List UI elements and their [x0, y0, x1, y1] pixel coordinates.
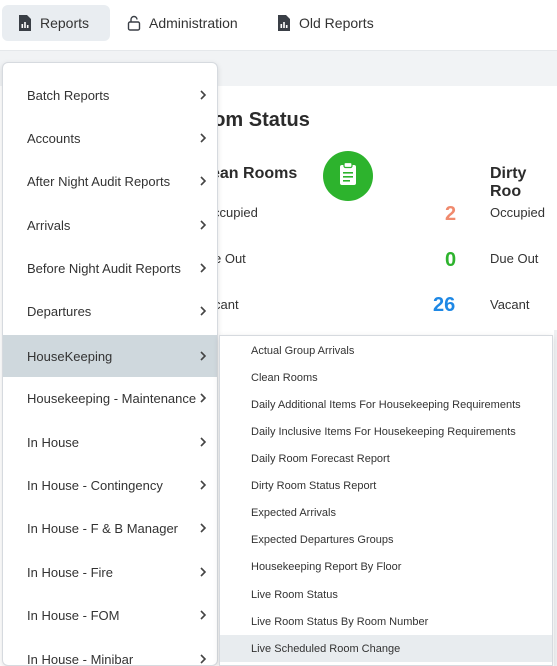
- submenu-item-live-room-status[interactable]: Live Room Status: [220, 581, 552, 608]
- submenu-item-label: Dirty Room Status Report: [251, 479, 377, 492]
- menu-item-in-house-fire[interactable]: In House - Fire: [3, 552, 217, 592]
- menu-item-label: After Night Audit Reports: [27, 173, 171, 189]
- submenu-item-label: Expected Arrivals: [251, 506, 336, 519]
- submenu-item-daily-additional-items[interactable]: Daily Additional Items For Housekeeping …: [220, 391, 552, 418]
- submenu-item-label: Actual Group Arrivals: [251, 344, 355, 357]
- chevron-right-icon: [200, 523, 207, 533]
- menu-item-label: In House - Contingency: [27, 477, 163, 493]
- menu-item-in-house-minibar[interactable]: In House - Minibar: [3, 639, 217, 666]
- menu-item-label: Accounts: [27, 130, 81, 146]
- menu-item-housekeeping-maintenance[interactable]: Housekeeping - Maintenance: [3, 378, 217, 418]
- menu-item-label: In House: [27, 434, 80, 450]
- tab-administration[interactable]: Administration: [127, 5, 257, 41]
- report-file-icon: [277, 15, 291, 31]
- submenu-item-dirty-room-status-report[interactable]: Dirty Room Status Report: [220, 472, 552, 499]
- menu-item-label: Batch Reports: [27, 87, 110, 103]
- submenu-item-label: Daily Additional Items For Housekeeping …: [251, 398, 521, 411]
- menu-item-label: In House - FOM: [27, 607, 120, 623]
- tab-administration-label: Administration: [149, 15, 238, 31]
- submenu-item-housekeeping-report-by-floor[interactable]: Housekeeping Report By Floor: [220, 553, 552, 580]
- menu-item-label: In House - F & B Manager: [27, 520, 179, 536]
- menu-item-housekeeping[interactable]: HouseKeeping: [3, 335, 217, 377]
- chevron-right-icon: [200, 306, 207, 316]
- clean-due-out-value: 0: [445, 249, 457, 271]
- chevron-right-icon: [200, 176, 207, 186]
- menu-item-label: Housekeeping - Maintenance: [27, 390, 197, 406]
- menu-item-batch-reports[interactable]: Batch Reports: [3, 75, 217, 115]
- menu-item-label: Departures: [27, 303, 92, 319]
- chevron-right-icon: [200, 351, 207, 361]
- dirty-rooms-title: Dirty Roo: [490, 165, 527, 200]
- menu-item-label: HouseKeeping: [27, 348, 113, 364]
- chevron-right-icon: [200, 393, 207, 403]
- chevron-right-icon: [200, 437, 207, 447]
- submenu-item-daily-room-forecast-report[interactable]: Daily Room Forecast Report: [220, 445, 552, 472]
- menu-item-label: Arrivals: [27, 217, 71, 233]
- submenu-item-label: Housekeeping Report By Floor: [251, 560, 402, 573]
- chevron-right-icon: [200, 567, 207, 577]
- chevron-right-icon: [200, 263, 207, 273]
- tab-old-reports[interactable]: Old Reports: [277, 5, 387, 41]
- menu-item-before-night-audit-reports[interactable]: Before Night Audit Reports: [3, 248, 217, 288]
- menu-item-label: In House - Fire: [27, 564, 113, 580]
- housekeeping-submenu: Actual Group Arrivals Clean Rooms Daily …: [219, 335, 553, 666]
- submenu-item-expected-departures-groups[interactable]: Expected Departures Groups: [220, 526, 552, 553]
- clean-due-out-label: e Out: [214, 251, 246, 266]
- submenu-item-label: Clean Rooms: [251, 371, 318, 384]
- chevron-right-icon: [200, 610, 207, 620]
- top-nav: Reports Administration Old Reports: [0, 0, 557, 48]
- clean-occupied-value: 2: [445, 203, 457, 225]
- clipboard-icon: [339, 161, 357, 191]
- menu-item-in-house-fb-manager[interactable]: In House - F & B Manager: [3, 508, 217, 548]
- submenu-item-label: Daily Room Forecast Report: [251, 452, 390, 465]
- report-file-icon: [18, 15, 32, 31]
- dirty-occupied-label: Occupied: [490, 205, 545, 220]
- menu-item-in-house[interactable]: In House: [3, 422, 217, 462]
- menu-item-label: In House - Minibar: [27, 651, 134, 666]
- menu-item-after-night-audit-reports[interactable]: After Night Audit Reports: [3, 161, 217, 201]
- lock-icon: [127, 15, 141, 31]
- menu-item-in-house-fom[interactable]: In House - FOM: [3, 595, 217, 635]
- tab-reports[interactable]: Reports: [2, 5, 110, 41]
- chevron-right-icon: [200, 480, 207, 490]
- submenu-item-label: Live Room Status By Room Number: [251, 615, 429, 628]
- tab-old-reports-label: Old Reports: [299, 15, 374, 31]
- submenu-item-label: Expected Departures Groups: [251, 533, 394, 546]
- reports-dropdown-menu: Batch Reports Accounts After Night Audit…: [2, 62, 218, 666]
- menu-item-label: Before Night Audit Reports: [27, 260, 181, 276]
- submenu-item-live-scheduled-room-change[interactable]: Live Scheduled Room Change: [220, 635, 552, 662]
- menu-item-in-house-contingency[interactable]: In House - Contingency: [3, 465, 217, 505]
- chevron-right-icon: [200, 220, 207, 230]
- clean-vacant-value: 26: [433, 294, 456, 316]
- menu-item-arrivals[interactable]: Arrivals: [3, 205, 217, 245]
- clean-occupied-label: ccupied: [213, 205, 258, 220]
- chevron-right-icon: [200, 90, 207, 100]
- menu-item-accounts[interactable]: Accounts: [3, 118, 217, 158]
- chevron-right-icon: [200, 133, 207, 143]
- clean-rooms-title: ean Rooms: [211, 165, 298, 182]
- clean-rooms-badge: [323, 151, 373, 201]
- menu-item-departures[interactable]: Departures: [3, 291, 217, 331]
- submenu-item-expected-arrivals[interactable]: Expected Arrivals: [220, 499, 552, 526]
- chevron-right-icon: [200, 654, 207, 664]
- dirty-vacant-label: Vacant: [490, 297, 530, 312]
- submenu-item-clean-rooms[interactable]: Clean Rooms: [220, 364, 552, 391]
- tab-reports-label: Reports: [40, 15, 90, 31]
- submenu-item-daily-inclusive-items[interactable]: Daily Inclusive Items For Housekeeping R…: [220, 418, 552, 445]
- submenu-item-live-room-status-by-room-number[interactable]: Live Room Status By Room Number: [220, 608, 552, 635]
- submenu-item-label: Live Room Status: [251, 588, 338, 601]
- submenu-item-label: Live Scheduled Room Change: [251, 642, 401, 655]
- submenu-item-actual-group-arrivals[interactable]: Actual Group Arrivals: [220, 337, 552, 364]
- submenu-item-label: Daily Inclusive Items For Housekeeping R…: [251, 425, 516, 438]
- dirty-due-out-label: Due Out: [490, 251, 539, 266]
